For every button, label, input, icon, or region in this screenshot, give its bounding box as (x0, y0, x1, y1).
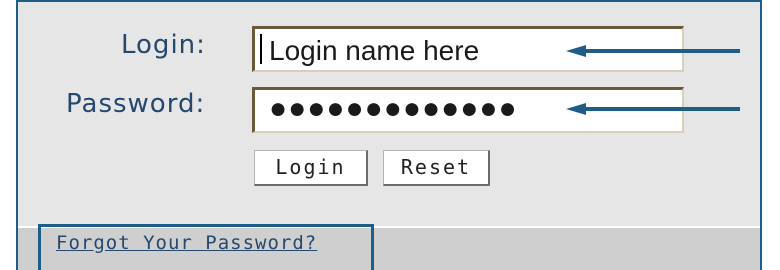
reset-button[interactable]: Reset (383, 150, 490, 186)
password-label: Password: (66, 89, 206, 119)
login-button[interactable]: Login (254, 150, 368, 186)
login-field-value: Login name here (269, 35, 480, 66)
login-label: Login: (121, 30, 206, 60)
forgot-password-link[interactable]: Forgot Your Password? (56, 232, 317, 254)
text-caret (260, 34, 262, 64)
password-field-value: ●●●●●●●●●●●●● (269, 92, 518, 125)
